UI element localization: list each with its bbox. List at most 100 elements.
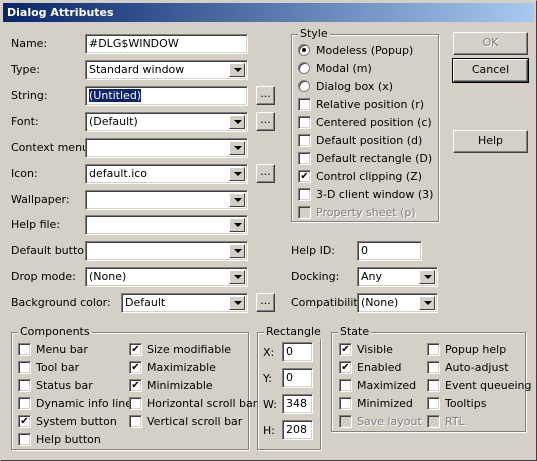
drop-mode-select-value: (None) (89, 270, 127, 283)
rect-w-label: W: (263, 398, 277, 411)
checkbox-label: Size modifiable (147, 343, 232, 356)
checkbox-box[interactable] (129, 397, 142, 410)
font-browse-button[interactable]: ... (256, 112, 275, 131)
checkbox-label: Popup help (445, 343, 507, 356)
rect-x-input[interactable]: 0 (282, 342, 313, 362)
context-menu-label: Context menu: (11, 141, 93, 154)
checkbox-box[interactable] (427, 343, 440, 356)
icon-browse-button[interactable]: ... (256, 164, 275, 183)
background-color-label: Background color: (11, 296, 111, 309)
checkbox-label: Visible (357, 343, 393, 356)
name-label: Name: (11, 37, 48, 50)
help-id-input[interactable]: 0 (357, 241, 422, 261)
chevron-down-icon[interactable] (229, 218, 245, 232)
checkbox-label: Event queueing (445, 379, 532, 392)
radio-dot-icon[interactable] (298, 44, 310, 56)
checkbox-box[interactable] (18, 361, 31, 374)
docking-label: Docking: (291, 270, 340, 283)
rect-h-input[interactable]: 208 (282, 420, 313, 440)
icon-select[interactable]: default.ico (85, 164, 248, 184)
checkbox-box[interactable] (18, 379, 31, 392)
checkbox-box[interactable] (298, 116, 311, 129)
icon-select-value: default.ico (89, 167, 148, 180)
chevron-down-icon[interactable] (229, 167, 245, 181)
checkbox-label: Vertical scroll bar (147, 415, 243, 428)
rect-y-input[interactable]: 0 (282, 368, 313, 388)
checkbox-label: Centered position (c) (316, 116, 432, 129)
chevron-down-icon[interactable] (229, 296, 245, 310)
chevron-down-icon[interactable] (229, 193, 245, 207)
docking-select[interactable]: Any (357, 267, 438, 287)
type-label: Type: (11, 63, 40, 76)
checkmark-icon[interactable]: ✔ (339, 361, 352, 374)
rect-w-input[interactable]: 348 (282, 394, 313, 414)
checkmark-icon[interactable]: ✔ (129, 343, 142, 356)
string-input[interactable]: (Untitled) (85, 86, 248, 106)
checkbox-label: System button (36, 415, 117, 428)
rectangle-group-title: Rectangle (264, 325, 323, 339)
chevron-down-icon[interactable] (229, 63, 245, 77)
help-id-label: Help ID: (291, 244, 335, 257)
font-select[interactable]: (Default) (85, 112, 248, 132)
ok-button[interactable]: OK (453, 32, 528, 55)
checkbox-label: Default rectangle (D) (316, 152, 433, 165)
context-menu-select[interactable] (85, 138, 248, 158)
dialog-window: Dialog Attributes Name: Type: String: Fo… (0, 0, 537, 461)
checkbox-box[interactable] (339, 397, 352, 410)
checkbox-box[interactable] (339, 379, 352, 392)
radio-dot-icon[interactable] (298, 62, 310, 74)
chevron-down-icon[interactable] (229, 115, 245, 129)
rect-h-label: H: (263, 424, 275, 437)
chevron-down-icon[interactable] (419, 296, 435, 310)
components-group-title: Components (18, 325, 92, 339)
checkbox-box[interactable] (298, 98, 311, 111)
checkbox-label: Control clipping (Z) (316, 170, 423, 183)
drop-mode-label: Drop mode: (11, 270, 76, 283)
name-input[interactable]: #DLG$WINDOW (85, 34, 248, 54)
checkbox-label: Property sheet (p) (316, 206, 416, 219)
checkbox-box[interactable] (18, 433, 31, 446)
title-bar[interactable]: Dialog Attributes (3, 3, 534, 22)
checkbox-box[interactable] (18, 397, 31, 410)
checkbox-box[interactable] (18, 343, 31, 356)
checkmark-icon[interactable]: ✔ (18, 415, 31, 428)
checkmark-icon[interactable]: ✔ (298, 170, 311, 183)
checkbox-box[interactable] (427, 397, 440, 410)
chevron-down-icon[interactable] (419, 270, 435, 284)
checkbox-box[interactable] (129, 415, 142, 428)
help-button[interactable]: Help (453, 130, 528, 153)
chevron-down-icon[interactable] (229, 270, 245, 284)
checkbox-box[interactable] (298, 188, 311, 201)
string-browse-button[interactable]: ... (256, 86, 275, 105)
compatibility-select[interactable]: (None) (357, 293, 438, 313)
checkbox-label: Tooltips (445, 397, 487, 410)
checkbox-label: Relative position (r) (316, 98, 425, 111)
background-color-browse-button[interactable]: ... (256, 293, 275, 312)
checkmark-icon[interactable]: ✔ (339, 343, 352, 356)
compatibility-select-value: (None) (361, 296, 399, 309)
cancel-button[interactable]: Cancel (452, 58, 529, 83)
checkbox-label: Maximized (357, 379, 417, 392)
checkbox-box[interactable] (298, 152, 311, 165)
checkbox-box[interactable] (298, 134, 311, 147)
checkbox-box (339, 415, 352, 428)
default-button-select[interactable] (85, 241, 248, 261)
chevron-down-icon[interactable] (229, 244, 245, 258)
compatibility-label: Compatibility: (291, 296, 368, 309)
chevron-down-icon[interactable] (229, 141, 245, 155)
checkbox-box[interactable] (427, 379, 440, 392)
type-select[interactable]: Standard window (85, 60, 248, 80)
icon-label: Icon: (11, 167, 38, 180)
checkmark-icon[interactable]: ✔ (129, 361, 142, 374)
style-group-title: Style (298, 27, 330, 41)
drop-mode-select[interactable]: (None) (85, 267, 248, 287)
radio-dot-icon[interactable] (298, 80, 310, 92)
checkbox-box[interactable] (427, 361, 440, 374)
background-color-select[interactable]: Default (121, 293, 248, 313)
help-file-select[interactable] (85, 215, 248, 235)
checkmark-icon[interactable]: ✔ (129, 379, 142, 392)
checkbox-label: Help button (36, 433, 101, 446)
rect-y-label: Y: (263, 372, 272, 385)
docking-select-value: Any (361, 270, 383, 283)
wallpaper-select[interactable] (85, 190, 248, 210)
